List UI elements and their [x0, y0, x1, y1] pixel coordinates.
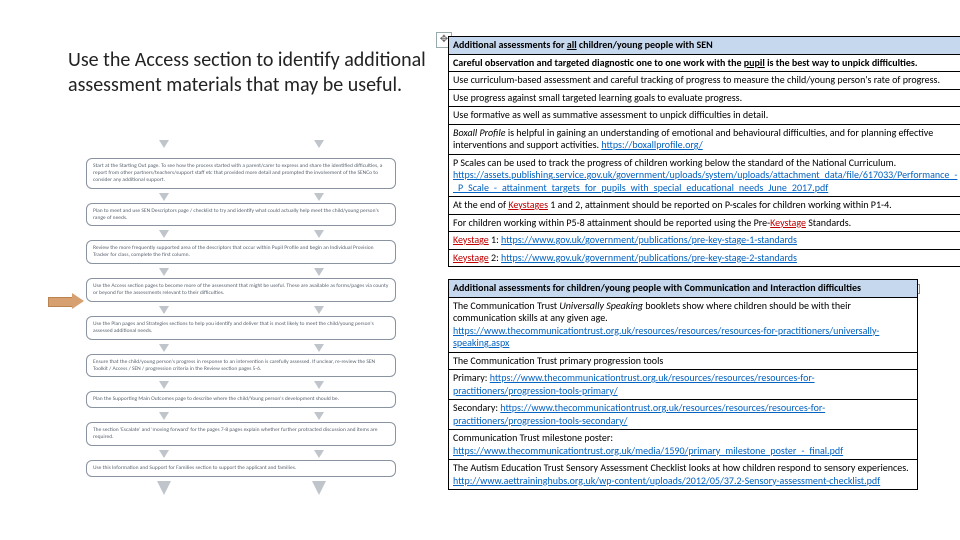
flow-step: Use the Access section pages to become m… [86, 278, 396, 302]
table-row: For children working within P5-8 attainm… [449, 214, 960, 232]
flow-arrow-connector [86, 230, 396, 236]
flow-step: Ensure that the child/young person's pro… [86, 354, 396, 378]
flow-step: Use the Plan pages and Strategies sectio… [86, 316, 396, 340]
table-row: The Autism Education Trust Sensory Asses… [449, 460, 918, 490]
flowchart: Start at the Starting Out page. To see h… [86, 140, 396, 499]
table-row: Communication Trust milestone poster: ht… [449, 430, 918, 460]
flow-arrow-connector [86, 381, 396, 387]
flow-arrow-connector [86, 450, 396, 456]
instruction-text: Use the Access section to identify addit… [68, 48, 428, 98]
flow-arrow-connector [86, 306, 396, 312]
table-row: Use formative as well as summative asses… [449, 107, 960, 125]
table-row: Keystage 2: https://www.gov.uk/governmen… [449, 249, 960, 267]
flow-arrow-connector [86, 344, 396, 350]
table-sen-all: Additional assessments for all children/… [448, 36, 960, 267]
flow-arrows-top [86, 140, 396, 154]
table-row: Boxall Profile is helpful in gaining an … [449, 124, 960, 154]
flow-step: Plan the Supporting Main Outcomes page t… [86, 391, 396, 408]
flow-step: The section 'Escalate' and 'moving forwa… [86, 422, 396, 446]
flow-step: Use this Information and Support for Fam… [86, 460, 396, 477]
tables-region: Additional assessments for all children/… [448, 36, 918, 502]
table-row: Primary: https://www.thecommunicationtru… [449, 370, 918, 400]
table-comm-interaction: Additional assessments for children/youn… [448, 279, 918, 490]
callout-arrow [48, 293, 84, 309]
table-row: Use progress against small targeted lear… [449, 89, 960, 107]
table-row: The Communication Trust primary progress… [449, 352, 918, 370]
table-row: Keystage 1: https://www.gov.uk/governmen… [449, 232, 960, 250]
table-row: Secondary: https://www.thecommunicationt… [449, 400, 918, 430]
table-row: The Communication Trust Universally Spea… [449, 297, 918, 352]
table-row: Use curriculum-based assessment and care… [449, 72, 960, 90]
table2-header: Additional assessments for children/youn… [449, 280, 918, 298]
flow-step: Review the more frequently supported are… [86, 240, 396, 264]
flow-arrow-connector [86, 268, 396, 274]
flow-arrow-connector [86, 412, 396, 418]
flow-step: Plan to meet and use SEN Descriptors pag… [86, 203, 396, 227]
flow-arrow-connector [86, 193, 396, 199]
table-row: P Scales can be used to track the progre… [449, 154, 960, 197]
flow-step: Start at the Starting Out page. To see h… [86, 158, 396, 189]
flow-arrows-bottom [86, 481, 396, 499]
table-row: Careful observation and targeted diagnos… [449, 54, 960, 72]
table-row: At the end of Keystages 1 and 2, attainm… [449, 197, 960, 215]
slide: Use the Access section to identify addit… [0, 0, 960, 540]
table1-header: Additional assessments for all children/… [449, 37, 960, 55]
